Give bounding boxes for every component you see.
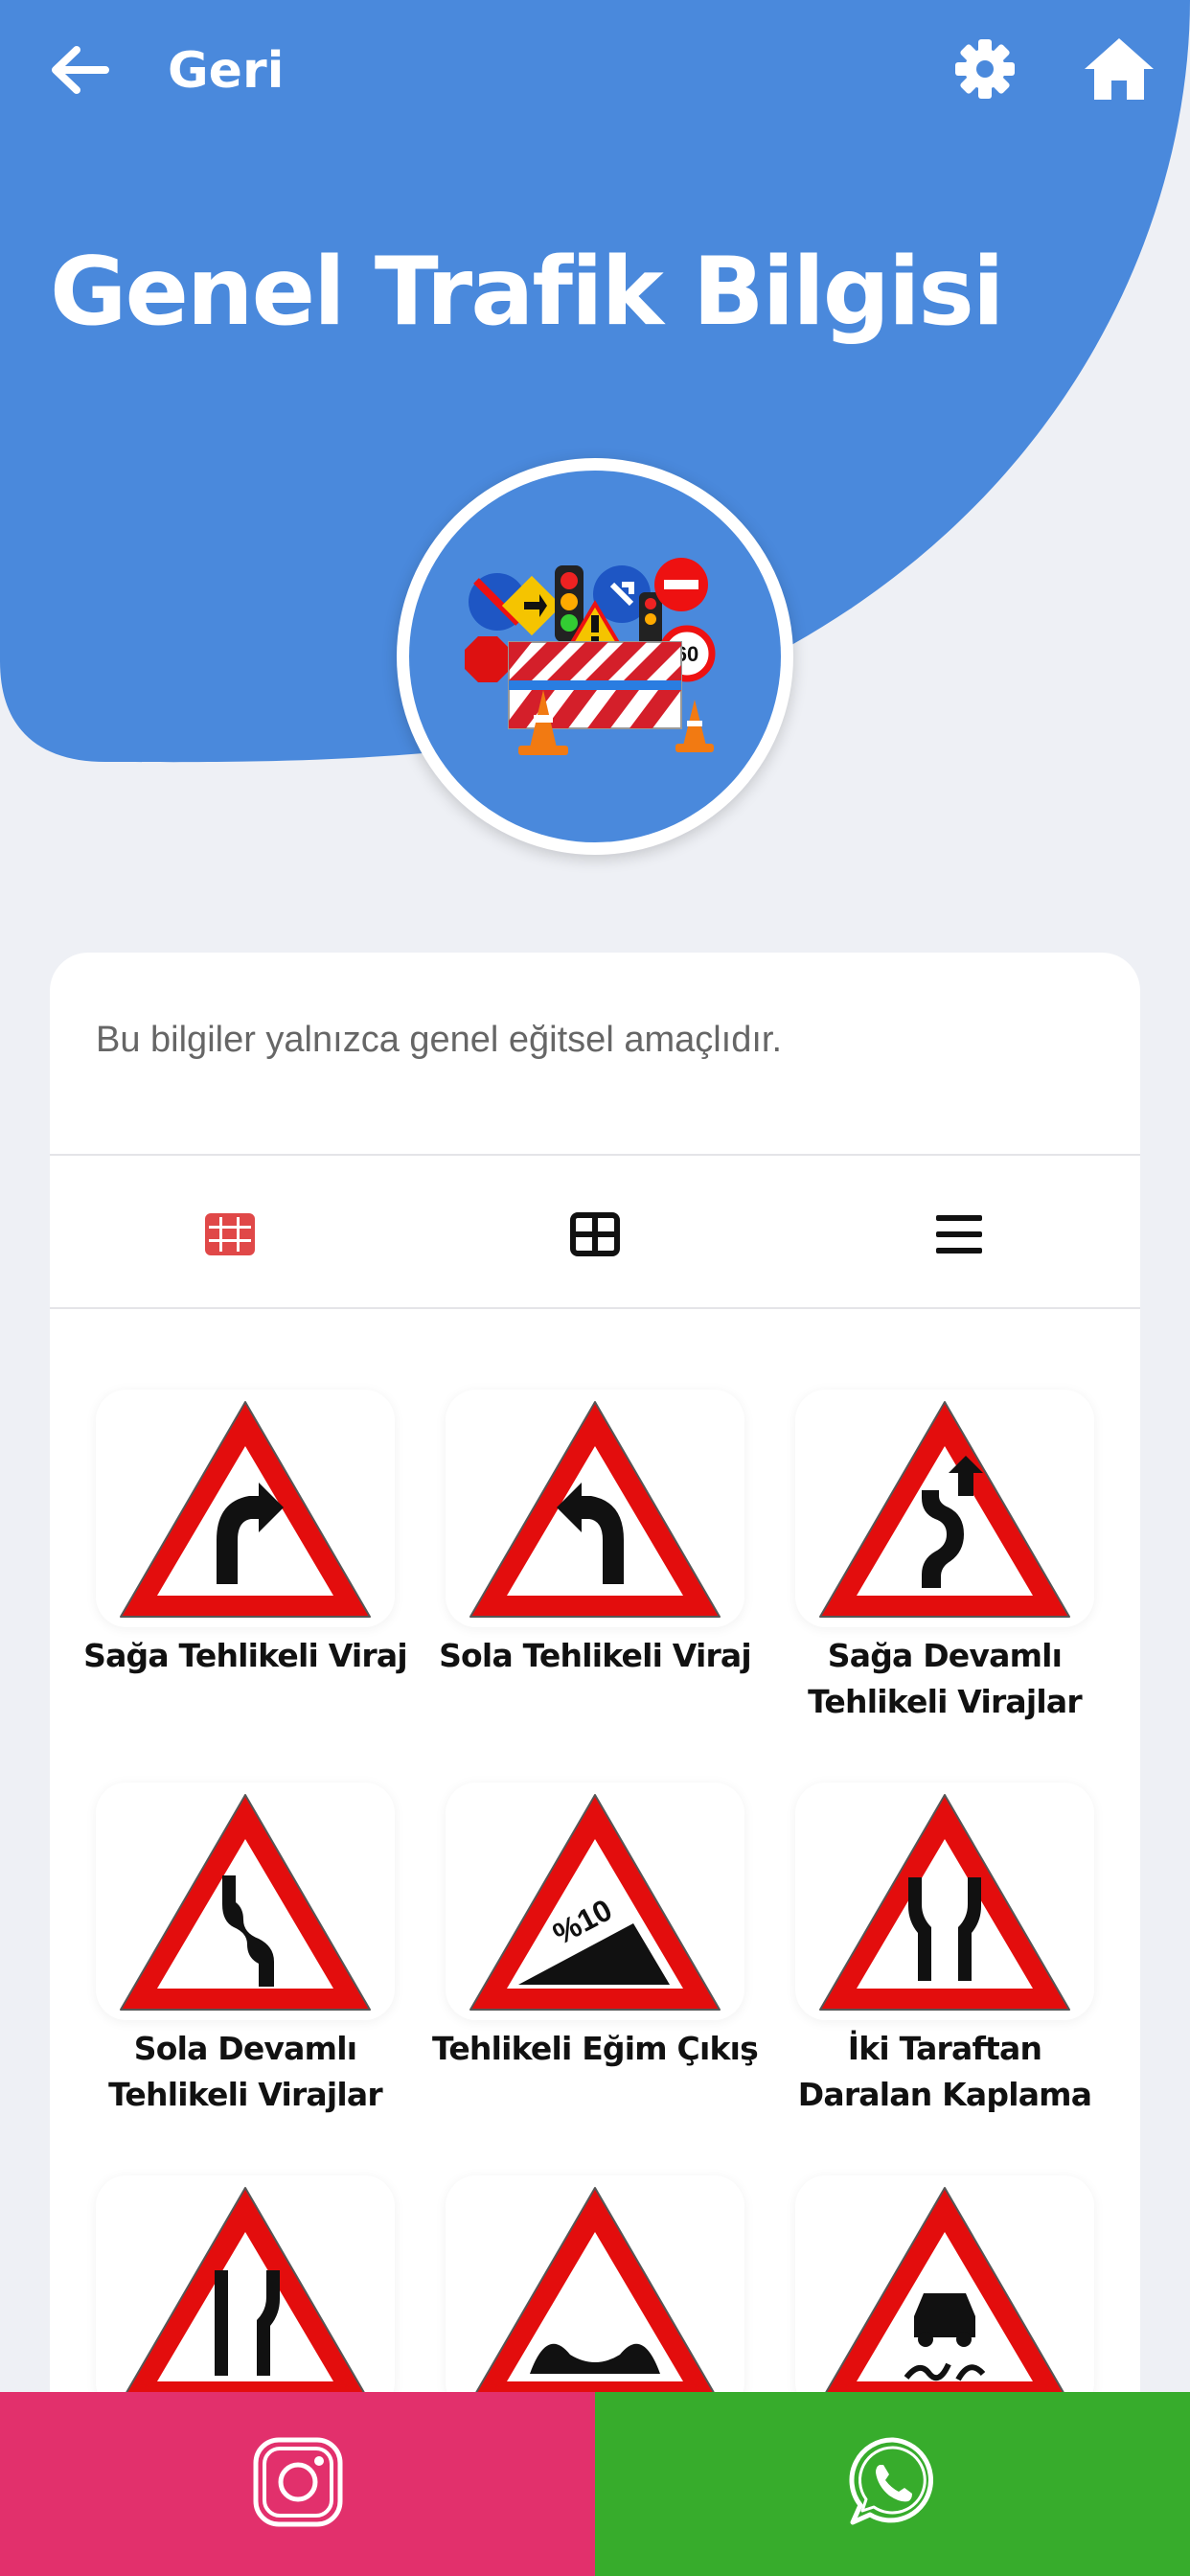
sign-tile[interactable] <box>96 2175 395 2419</box>
sign-tile[interactable] <box>446 2175 744 2419</box>
grid-3-icon <box>205 1212 255 1260</box>
sign-label: Sağa Tehlikeli Viraj <box>83 1637 408 1674</box>
arrow-left-icon <box>50 45 109 100</box>
steep-ascent-sign-icon: %10 <box>465 1789 725 2020</box>
sign-tile[interactable]: Sağa Tehlikeli Viraj <box>83 1390 408 1679</box>
view-grid-2-button[interactable] <box>557 1198 633 1275</box>
traffic-signs-illustration-icon: 60 <box>409 471 781 842</box>
sign-label: Sağa Devamlı Tehlikeli Virajlar <box>808 1637 1083 1720</box>
road-narrows-both-sign-icon <box>814 1789 1075 2020</box>
back-button[interactable] <box>46 38 113 105</box>
divider <box>50 1154 1140 1156</box>
sign-label: Sola Tehlikeli Viraj <box>439 1637 752 1674</box>
page-title: Genel Trafik Bilgisi <box>50 238 1004 347</box>
view-list-button[interactable] <box>921 1198 997 1275</box>
signs-card: Bu bilgiler yalnızca genel eğitsel amaçl… <box>50 953 1140 2576</box>
home-icon <box>1083 36 1156 106</box>
grid-2-icon <box>570 1211 620 1261</box>
bumpy-road-sign-icon <box>465 2182 725 2413</box>
sign-tile[interactable]: Sola Tehlikeli Viraj <box>439 1390 752 1679</box>
sign-tile[interactable] <box>795 2175 1094 2419</box>
double-curve-left-sign-icon <box>115 1789 376 2020</box>
sign-tile[interactable]: Sola Devamlı Tehlikeli Virajlar <box>96 1782 395 2118</box>
divider <box>50 1307 1140 1309</box>
double-curve-right-sign-icon <box>814 1396 1075 1627</box>
bottom-action-bar <box>0 2392 1190 2576</box>
whatsapp-icon <box>845 2434 941 2535</box>
sign-tile[interactable]: İki Taraftan Daralan Kaplama <box>795 1782 1094 2118</box>
road-narrows-right-sign-icon <box>115 2182 376 2413</box>
instagram-button[interactable] <box>0 2392 595 2576</box>
instagram-icon <box>252 2436 344 2533</box>
home-button[interactable] <box>1081 33 1157 109</box>
settings-button[interactable] <box>949 34 1021 107</box>
slippery-road-sign-icon <box>814 2182 1075 2413</box>
sign-label: Sola Devamlı Tehlikeli Virajlar <box>108 2030 383 2113</box>
hero-image-frame: 60 <box>397 458 793 855</box>
sign-tile[interactable]: %10 Tehlikeli Eğim Çıkış <box>432 1782 759 2072</box>
list-icon <box>936 1214 982 1258</box>
right-curve-sign-icon <box>115 1396 376 1627</box>
sign-label: İki Taraftan Daralan Kaplama <box>797 2030 1092 2113</box>
whatsapp-button[interactable] <box>595 2392 1190 2576</box>
left-curve-sign-icon <box>465 1396 725 1627</box>
top-bar: Geri <box>0 0 1190 144</box>
disclaimer-text: Bu bilgiler yalnızca genel eğitsel amaçl… <box>96 1020 783 1060</box>
back-label[interactable]: Geri <box>168 40 284 102</box>
sign-tile[interactable]: Sağa Devamlı Tehlikeli Virajlar <box>795 1390 1094 1725</box>
sign-label: Tehlikeli Eğim Çıkış <box>432 2030 759 2067</box>
gear-icon <box>953 37 1017 105</box>
view-grid-3-button[interactable] <box>192 1198 268 1275</box>
